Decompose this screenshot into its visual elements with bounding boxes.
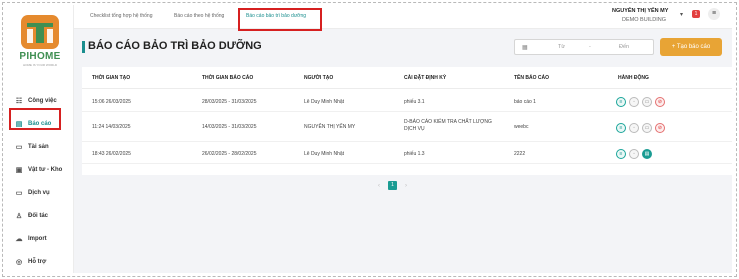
grid-menu-icon[interactable]: ≡: [708, 8, 720, 20]
sidebar-item-label: Hỗ trợ: [28, 259, 47, 265]
edit-icon[interactable]: ▭: [642, 123, 652, 133]
column-header: THỜI GIAN TẠO: [92, 75, 131, 81]
cell-created: 15:06 26/03/2025: [92, 99, 131, 105]
view-icon[interactable]: ≡: [616, 97, 626, 107]
notification-badge[interactable]: 1: [692, 10, 700, 18]
sidebar-item-doi-tac[interactable]: ♙ Đối tác: [6, 206, 74, 226]
comment-icon[interactable]: ◦: [629, 123, 639, 133]
sidebar-item-label: Tài sản: [28, 144, 49, 150]
cell-created: 18:43 26/02/2025: [92, 151, 131, 157]
sidebar-item-label: Vật tư - Kho: [28, 167, 63, 173]
highlight-box-tab: [238, 8, 322, 31]
pagination: ‹ 1 ›: [378, 181, 407, 190]
column-header: TÊN BÁO CÁO: [514, 75, 549, 81]
cell-schedule: phiếu 1.3: [404, 151, 425, 157]
table-row[interactable]: 15:06 26/03/2025 28/03/2025 - 31/03/2025…: [82, 92, 732, 112]
cell-creator: NGUYỄN THỊ YẾN MY: [304, 124, 356, 130]
building-name: DEMO BUILDING: [622, 17, 667, 23]
logo-text: PIHOME: [19, 51, 61, 62]
date-from-field[interactable]: Từ: [558, 44, 565, 50]
chevron-down-icon[interactable]: ▾: [680, 11, 683, 18]
cell-period: 14/03/2025 - 31/03/2025: [202, 124, 257, 130]
highlight-box-sidebar: [9, 108, 61, 130]
app-window: PIHOME HOME IS YOUR WORLD ☷ Công việc ▤ …: [6, 5, 732, 273]
view-icon[interactable]: ≡: [616, 149, 626, 159]
sidebar-item-label: Import: [28, 236, 47, 242]
logo-tagline: HOME IS YOUR WORLD: [22, 63, 58, 67]
comment-icon[interactable]: ◦: [629, 149, 639, 159]
table-row[interactable]: 18:43 26/02/2025 26/02/2025 - 28/02/2025…: [82, 144, 732, 164]
cell-report-name: 2222: [514, 151, 526, 157]
cell-created: 11:24 14/03/2025: [92, 124, 131, 130]
cell-report-name: báo cáo 1: [514, 99, 536, 105]
task-icon: ☷: [15, 98, 23, 105]
table-row[interactable]: 11:24 14/03/2025 14/03/2025 - 31/03/2025…: [82, 114, 732, 142]
sidebar-item-label: Dịch vụ: [28, 190, 50, 196]
create-report-button[interactable]: + Tạo báo cáo: [660, 38, 722, 56]
sidebar-item-ho-tro[interactable]: ◎ Hỗ trợ: [6, 252, 74, 272]
sidebar: PIHOME HOME IS YOUR WORLD ☷ Công việc ▤ …: [6, 5, 74, 273]
sidebar-item-tai-san[interactable]: ▭ Tài sản: [6, 137, 74, 157]
logo-mark-icon: [21, 15, 59, 49]
calendar-icon: ▦: [522, 45, 528, 51]
cell-schedule: phiếu 3.1: [404, 99, 425, 105]
prev-page-button[interactable]: ‹: [378, 183, 380, 189]
sidebar-item-label: Công việc: [28, 98, 57, 104]
main-content: BÁO CÁO BẢO TRÌ BẢO DƯỠNG ▦ Từ - Đến + T…: [74, 29, 732, 273]
date-to-field[interactable]: Đến: [619, 44, 629, 50]
tab-bao-cao-theo-he-thong[interactable]: Báo cáo theo hệ thống: [174, 13, 224, 19]
cell-period: 26/02/2025 - 28/02/2025: [202, 151, 257, 157]
date-separator: -: [589, 44, 591, 50]
sidebar-item-dich-vu[interactable]: ▭ Dịch vụ: [6, 183, 74, 203]
service-icon: ▭: [15, 190, 23, 197]
report-table: 15:06 26/03/2025 28/03/2025 - 31/03/2025…: [82, 89, 732, 175]
column-header: THỜI GIAN BÁO CÁO: [202, 75, 254, 81]
row-actions: ≡ ◦ ▤: [616, 149, 652, 159]
view-icon[interactable]: ≡: [616, 123, 626, 133]
user-name[interactable]: NGUYỄN THỊ YẾN MY: [612, 8, 668, 14]
title-accent-bar: [82, 41, 85, 53]
cell-creator: Lê Duy Minh Nhật: [304, 99, 345, 105]
table-header: THỜI GIAN TẠO THỜI GIAN BÁO CÁO NGƯỜI TẠ…: [82, 67, 732, 89]
column-header: CÀI ĐẶT ĐỊNH KỲ: [404, 75, 447, 81]
page-title: BÁO CÁO BẢO TRÌ BẢO DƯỠNG: [88, 40, 262, 52]
logo[interactable]: PIHOME HOME IS YOUR WORLD: [18, 15, 62, 71]
delete-icon[interactable]: ⊘: [655, 97, 665, 107]
asset-icon: ▭: [15, 144, 23, 151]
support-icon: ◎: [15, 259, 23, 266]
next-page-button[interactable]: ›: [405, 183, 407, 189]
date-range-filter[interactable]: ▦ Từ - Đến: [514, 39, 654, 55]
sidebar-item-label: Đối tác: [28, 213, 49, 219]
partner-icon: ♙: [15, 213, 23, 220]
edit-icon[interactable]: ▭: [642, 97, 652, 107]
page-number[interactable]: 1: [388, 181, 397, 190]
cell-report-name: weebc: [514, 124, 529, 130]
column-header: HÀNH ĐỘNG: [618, 75, 649, 81]
delete-icon[interactable]: ⊘: [655, 123, 665, 133]
top-bar: Checklist tổng hợp hệ thống Báo cáo theo…: [74, 5, 732, 31]
sidebar-item-import[interactable]: ☁ Import: [6, 229, 74, 249]
warehouse-icon: ▣: [15, 167, 23, 174]
sidebar-item-vat-tu-kho[interactable]: ▣ Vật tư - Kho: [6, 160, 74, 180]
comment-icon[interactable]: ◦: [629, 97, 639, 107]
print-icon[interactable]: ▤: [642, 149, 652, 159]
cell-creator: Lê Duy Minh Nhật: [304, 151, 345, 157]
column-header: NGƯỜI TẠO: [304, 75, 334, 81]
row-actions: ≡ ◦ ▭ ⊘: [616, 97, 665, 107]
cell-schedule: D-BÁO CÁO KIỂM TRA CHẤT LƯỢNG DỊCH VỤ: [404, 119, 492, 132]
cell-period: 28/03/2025 - 31/03/2025: [202, 99, 257, 105]
tab-checklist-tong-hop[interactable]: Checklist tổng hợp hệ thống: [90, 13, 153, 19]
import-icon: ☁: [15, 236, 23, 243]
row-actions: ≡ ◦ ▭ ⊘: [616, 123, 665, 133]
